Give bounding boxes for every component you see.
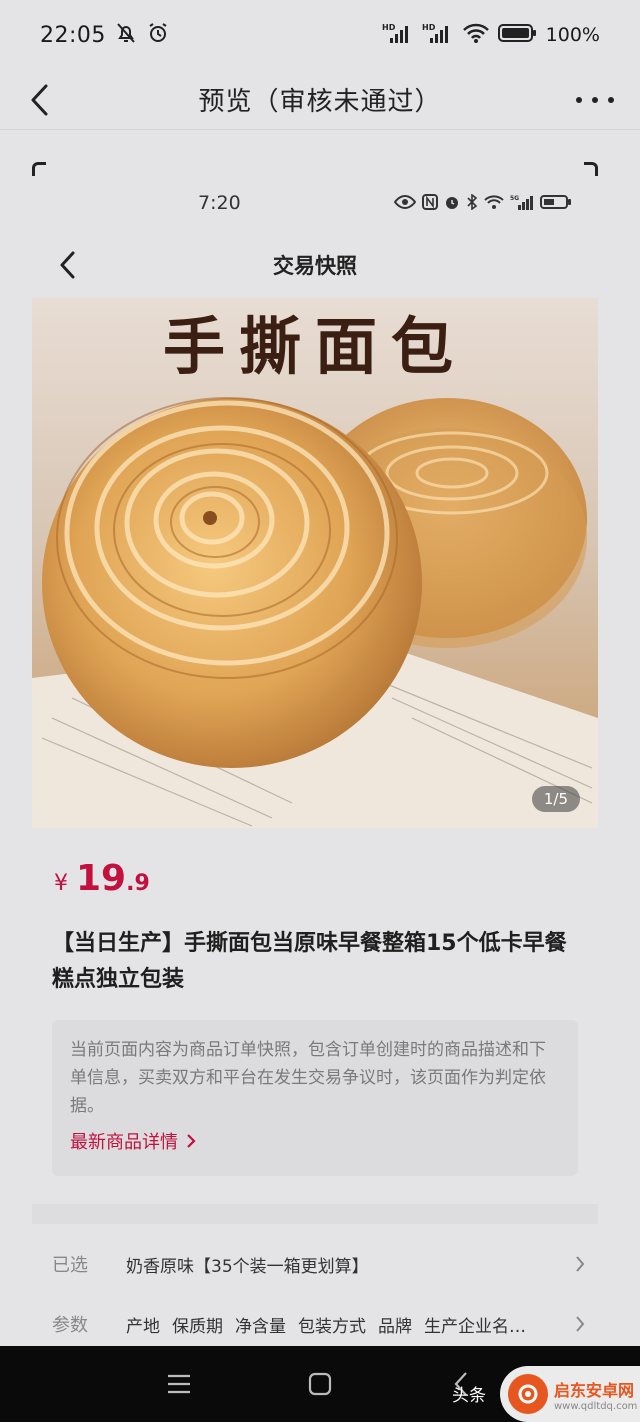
section-divider <box>32 1204 598 1224</box>
status-time: 22:05 <box>40 22 106 48</box>
latest-details-link[interactable]: 最新商品详情 <box>70 1128 560 1154</box>
price-integer: 19 <box>76 858 127 899</box>
watermark: 头条 启东安卓网 www.qdltdq.com <box>450 1364 640 1422</box>
svg-text:5G: 5G <box>510 195 519 202</box>
site-logo-icon <box>508 1374 548 1414</box>
bread-photo: 手撕面包 <box>32 298 598 828</box>
chevron-right-icon <box>576 1256 585 1272</box>
product-price: ¥ 19 .9 <box>54 858 150 899</box>
wifi-icon <box>484 194 504 214</box>
status-bar: 22:05 HD HD 100% <box>0 0 640 70</box>
image-caption: 手撕面包 <box>163 310 467 383</box>
selected-value: 奶香原味【35个装一箱更划算】 <box>126 1256 369 1277</box>
snapshot-header: 交易快照 <box>32 238 598 292</box>
param-item: 净含量 <box>235 1316 286 1337</box>
menu-icon <box>168 1374 190 1394</box>
product-title: 【当日生产】手撕面包当原味早餐整箱15个低卡早餐糕点独立包装 <box>52 931 567 992</box>
params-row[interactable]: 参数 产地 保质期 净含量 包装方式 品牌 生产企业名… <box>32 1304 598 1344</box>
battery-icon <box>540 194 572 214</box>
snapshot-preview: 7:20 5G 交易快照 手撕面包 1/5 ¥ 19 .9 【当日生产】手撕面包… <box>32 158 598 1346</box>
param-item: 产地 <box>126 1316 160 1337</box>
chevron-left-icon <box>31 84 48 116</box>
param-item: 品牌 <box>378 1316 412 1337</box>
site-name: 启东安卓网 <box>554 1380 635 1400</box>
image-counter: 1/5 <box>531 786 580 812</box>
eye-icon <box>393 194 417 214</box>
preview-status-bar: 7:20 5G <box>32 186 598 222</box>
params-list: 产地 保质期 净含量 包装方式 品牌 生产企业名… <box>126 1312 562 1337</box>
site-logo: 启东安卓网 www.qdltdq.com <box>500 1366 640 1422</box>
nfc-icon <box>422 194 438 214</box>
battery-icon <box>497 23 538 47</box>
wifi-icon <box>462 22 490 48</box>
home-icon <box>308 1372 332 1396</box>
page-title: 预览（审核未通过） <box>198 87 442 117</box>
latest-details-label: 最新商品详情 <box>70 1132 178 1153</box>
param-item: 生产企业名… <box>424 1316 526 1337</box>
more-button[interactable] <box>576 84 614 116</box>
alarm-icon <box>146 21 170 49</box>
home-button[interactable] <box>303 1368 337 1400</box>
back-button[interactable] <box>20 78 60 122</box>
bluetooth-icon <box>466 193 478 214</box>
price-currency: ¥ <box>54 871 68 896</box>
preview-status-time: 7:20 <box>198 192 241 214</box>
alarm-icon <box>444 194 460 214</box>
svg-text:HD: HD <box>422 23 436 32</box>
selected-option-row[interactable]: 已选 奶香原味【35个装一箱更划算】 <box>32 1244 598 1284</box>
hd-signal-icon: HD <box>382 22 414 48</box>
snapshot-notice: 当前页面内容为商品订单快照，包含订单创建时的商品描述和下单信息，买卖双方和平台在… <box>52 1020 578 1176</box>
price-decimal: .9 <box>126 871 150 896</box>
chevron-left-icon <box>60 251 75 279</box>
product-image[interactable]: 手撕面包 1/5 <box>32 298 598 828</box>
app-header: 预览（审核未通过） <box>0 70 640 130</box>
site-url: www.qdltdq.com <box>554 1400 638 1412</box>
chevron-right-icon <box>187 1134 196 1148</box>
mute-bell-icon <box>114 21 138 49</box>
param-item: 保质期 <box>172 1316 223 1337</box>
menu-button[interactable] <box>162 1368 196 1400</box>
params-label: 参数 <box>52 1315 88 1336</box>
notice-text: 当前页面内容为商品订单快照，包含订单创建时的商品描述和下单信息，买卖双方和平台在… <box>70 1040 546 1116</box>
param-item: 包装方式 <box>298 1316 366 1337</box>
watermark-source: 头条 <box>452 1385 486 1406</box>
hd-signal-icon: HD <box>422 22 454 48</box>
more-dots-icon <box>576 97 582 103</box>
snapshot-back-button[interactable] <box>52 248 84 282</box>
5g-signal-icon: 5G <box>510 194 534 214</box>
snapshot-title: 交易快照 <box>273 254 357 278</box>
chevron-right-icon <box>576 1316 585 1332</box>
battery-level: 100% <box>545 24 600 46</box>
selected-label: 已选 <box>52 1255 88 1276</box>
svg-text:HD: HD <box>382 23 396 32</box>
